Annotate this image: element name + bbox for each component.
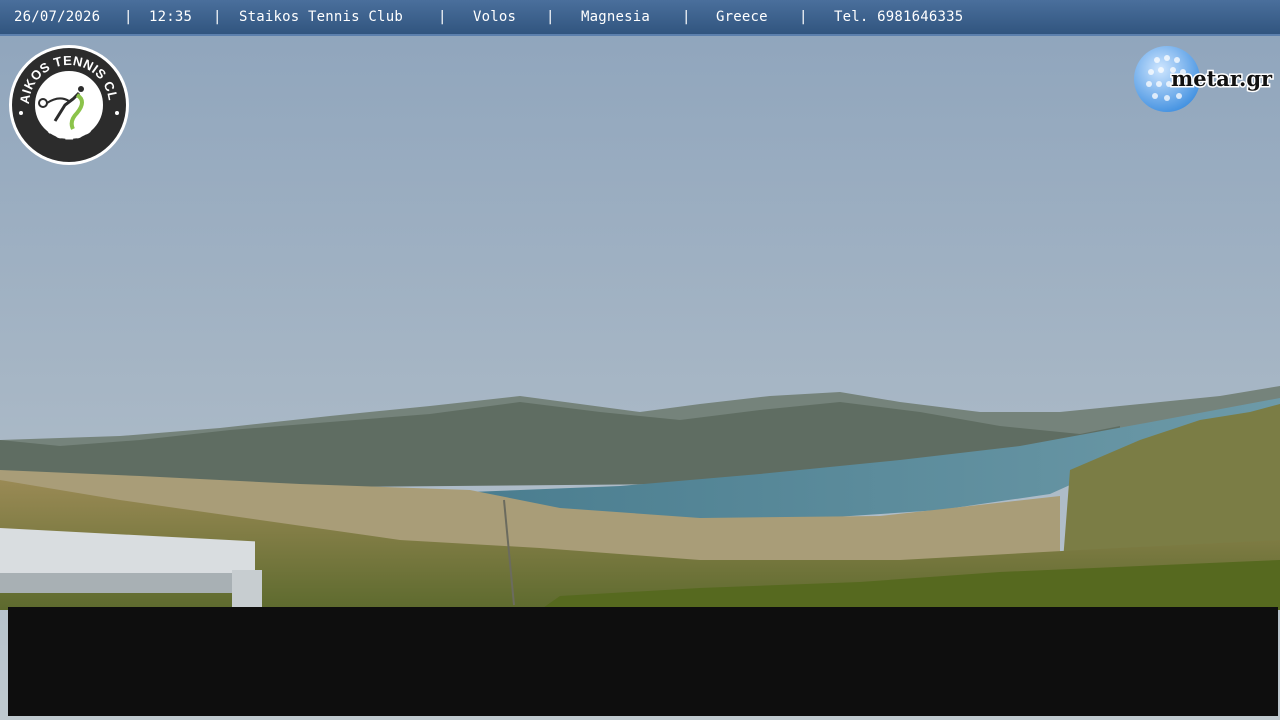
club-logo: STAIKOS TENNIS CLUB VOLOS: [7, 43, 129, 165]
separator: |: [213, 9, 222, 25]
separator: |: [682, 9, 691, 25]
phone-number: Tel. 6981646335: [834, 9, 964, 25]
separator: |: [438, 9, 447, 25]
region-name: Magnesia: [581, 9, 651, 25]
country-name: Greece: [716, 9, 768, 25]
separator: |: [124, 9, 133, 25]
separator: |: [546, 9, 555, 25]
separator: |: [799, 9, 808, 25]
caption-bar: 26/07/2026 | 12:35 | Staikos Tennis Club…: [0, 0, 1280, 36]
provider-logo-text: metar.gr: [1171, 66, 1273, 91]
club-name: Staikos Tennis Club: [239, 9, 403, 25]
city-name: Volos: [473, 9, 517, 25]
roof-post: [232, 570, 262, 608]
roof-beam-shadow: [0, 573, 260, 593]
date-text: 26/07/2026: [14, 9, 101, 25]
time-text: 12:35: [149, 9, 193, 25]
black-overlay: [8, 607, 1278, 716]
metar-logo: metar.gr metar.gr: [1134, 46, 1275, 112]
